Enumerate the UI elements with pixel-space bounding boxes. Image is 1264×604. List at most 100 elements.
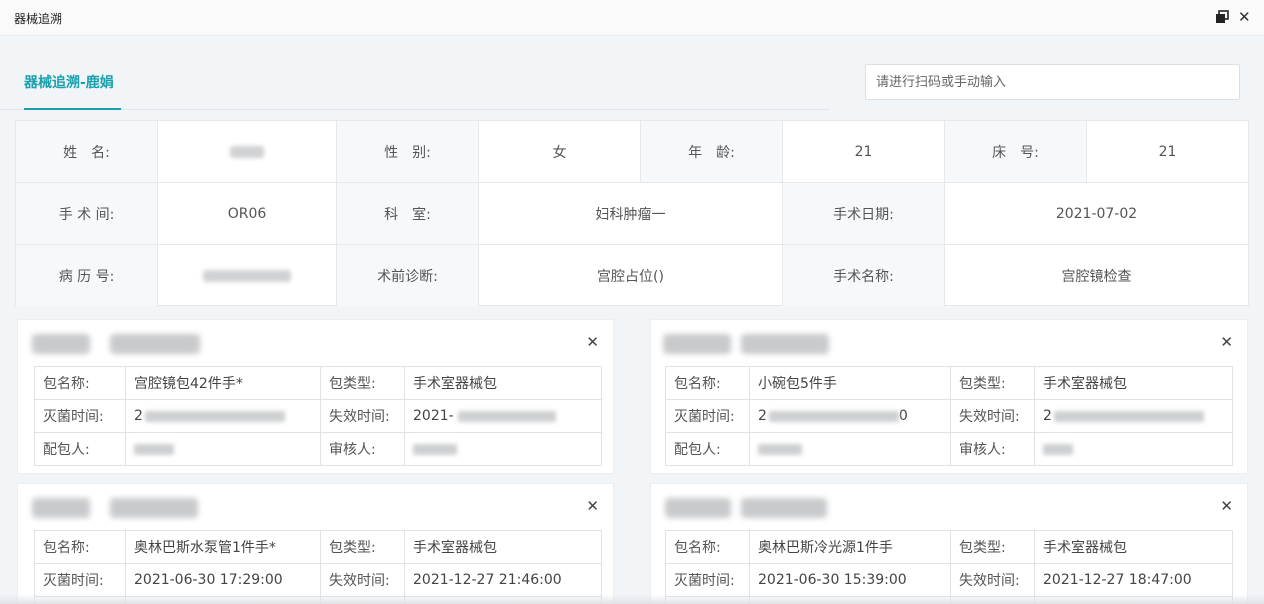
name-redacted xyxy=(230,145,264,158)
card-close-icon[interactable]: ✕ xyxy=(586,333,599,351)
patient-info-table: 姓 名: 性 别: 女 年 龄: 21 床 号: 21 手 术 间: OR06 … xyxy=(15,120,1249,306)
table-row: 包名称: 小碗包5件手 包类型: 手术室器械包 xyxy=(665,366,1233,400)
package-table: 包名称: 奥林巴斯冷光源1件手 包类型: 手术室器械包 灭菌时间: 2021-0… xyxy=(665,530,1233,604)
package-table: 包名称: 奥林巴斯水泵管1件手* 包类型: 手术室器械包 灭菌时间: 2021-… xyxy=(34,530,602,604)
expire-time-value: 2021-12-27 21:46:00 xyxy=(404,563,602,597)
scroll-fade xyxy=(0,594,1264,604)
sterilize-time-value: 2021-06-30 17:29:00 xyxy=(125,563,321,597)
package-table: 包名称: 小碗包5件手 包类型: 手术室器械包 灭菌时间: 20 失效时间: 2… xyxy=(665,366,1233,466)
card-close-icon[interactable]: ✕ xyxy=(1220,333,1233,351)
expire-time-value: 2021-12-27 18:47:00 xyxy=(1034,563,1233,597)
packer-value xyxy=(125,432,321,466)
pkg-type-value: 手术室器械包 xyxy=(1034,366,1233,400)
pkg-name-label: 包名称: xyxy=(34,530,126,564)
package-table: 包名称: 宫腔镜包42件手* 包类型: 手术室器械包 灭菌时间: 2 失效时间:… xyxy=(34,366,602,466)
expire-time-value: 2021- xyxy=(404,399,602,433)
pkg-type-label: 包类型: xyxy=(320,366,405,400)
packer-label: 配包人: xyxy=(34,432,126,466)
card-code-redacted xyxy=(110,334,200,354)
room-value: OR06 xyxy=(158,183,337,244)
sterilize-time-label: 灭菌时间: xyxy=(34,563,126,597)
card-header: ✕ xyxy=(18,484,613,530)
patient-row: 手 术 间: OR06 科 室: 妇科肿瘤一 手术日期: 2021-07-02 xyxy=(16,183,1248,245)
reviewer-value xyxy=(404,432,602,466)
name-value xyxy=(158,121,337,182)
scan-input[interactable] xyxy=(865,64,1240,100)
redacted-text xyxy=(134,443,174,455)
packer-label: 配包人: xyxy=(665,432,750,466)
card-header: ✕ xyxy=(651,484,1247,530)
pkg-name-value: 宫腔镜包42件手* xyxy=(125,366,321,400)
card-title-redacted xyxy=(663,334,731,354)
sterilize-time-suffix: 0 xyxy=(898,408,908,424)
table-row: 包名称: 宫腔镜包42件手* 包类型: 手术室器械包 xyxy=(34,366,602,400)
sterilize-time-label: 灭菌时间: xyxy=(665,563,750,597)
surgery-date-value: 2021-07-02 xyxy=(1055,205,1138,222)
card-header: ✕ xyxy=(18,320,613,366)
pkg-type-label: 包类型: xyxy=(950,366,1035,400)
card-close-icon[interactable]: ✕ xyxy=(586,497,599,515)
package-card: ✕ 包名称: 奥林巴斯冷光源1件手 包类型: 手术室器械包 灭菌时间: 2021… xyxy=(650,483,1248,604)
sterilize-time-prefix: 2 xyxy=(758,408,767,424)
pkg-type-value: 手术室器械包 xyxy=(404,530,602,564)
redacted-text xyxy=(144,410,285,422)
redacted-text xyxy=(413,443,457,455)
patient-row: 病 历 号: 术前诊断: 宫腔占位() 手术名称: 宫腔镜检查 xyxy=(16,245,1248,307)
surgery-date-label: 手术日期: xyxy=(783,183,945,244)
reviewer-value xyxy=(1034,432,1233,466)
card-header: ✕ xyxy=(651,320,1247,366)
table-row: 配包人: 审核人: xyxy=(34,432,602,466)
sterilize-time-label: 灭菌时间: xyxy=(665,399,750,433)
expire-time-label: 失效时间: xyxy=(950,399,1035,433)
pkg-name-value: 小碗包5件手 xyxy=(749,366,951,400)
expire-time-label: 失效时间: xyxy=(320,563,405,597)
card-title-redacted xyxy=(32,334,90,354)
redacted-text xyxy=(1053,410,1204,422)
window-titlebar: 器械追溯 ✕ xyxy=(0,0,1264,36)
table-row: 灭菌时间: 2021-06-30 17:29:00 失效时间: 2021-12-… xyxy=(34,563,602,597)
card-close-icon[interactable]: ✕ xyxy=(1220,497,1233,515)
diagnosis-value: 宫腔占位() xyxy=(479,245,783,306)
surgery-name-value: 宫腔镜检查 xyxy=(1061,268,1132,285)
expire-time-prefix: 2 xyxy=(1043,408,1052,424)
package-card: ✕ 包名称: 宫腔镜包42件手* 包类型: 手术室器械包 灭菌时间: 2 失效时… xyxy=(17,319,614,474)
redacted-text xyxy=(457,410,556,422)
surgery-name-label: 手术名称: xyxy=(783,245,945,306)
table-row: 包名称: 奥林巴斯冷光源1件手 包类型: 手术室器械包 xyxy=(665,530,1233,564)
redacted-text xyxy=(768,410,899,422)
card-code-redacted xyxy=(741,498,827,518)
package-card: ✕ 包名称: 小碗包5件手 包类型: 手术室器械包 灭菌时间: 20 失效时间:… xyxy=(650,319,1248,474)
restore-window-icon[interactable] xyxy=(1215,10,1229,24)
redacted-text xyxy=(758,443,802,455)
room-label: 手 术 间: xyxy=(16,183,158,244)
pkg-name-label: 包名称: xyxy=(34,366,126,400)
expire-time-value: 2 xyxy=(1034,399,1233,433)
expire-time-label: 失效时间: xyxy=(950,563,1035,597)
tab-instrument-trace[interactable]: 器械追溯-鹿娟 xyxy=(24,72,114,92)
redacted-text xyxy=(1043,443,1073,455)
sterilize-time-value: 2 xyxy=(125,399,321,433)
pkg-name-label: 包名称: xyxy=(665,366,750,400)
card-code-redacted xyxy=(110,498,198,518)
pkg-type-value: 手术室器械包 xyxy=(404,366,602,400)
pkg-name-label: 包名称: xyxy=(665,530,750,564)
close-window-icon[interactable]: ✕ xyxy=(1238,8,1251,26)
reviewer-label: 审核人: xyxy=(950,432,1035,466)
name-label: 姓 名: xyxy=(16,121,158,182)
pkg-type-label: 包类型: xyxy=(950,530,1035,564)
age-value: 21 xyxy=(783,121,945,182)
table-row: 包名称: 奥林巴斯水泵管1件手* 包类型: 手术室器械包 xyxy=(34,530,602,564)
pkg-type-label: 包类型: xyxy=(320,530,405,564)
sterilize-time-value: 20 xyxy=(749,399,951,433)
age-label: 年 龄: xyxy=(641,121,783,182)
gender-label: 性 别: xyxy=(337,121,479,182)
tab-bar: 器械追溯-鹿娟 xyxy=(0,36,830,110)
bed-value: 21 xyxy=(1158,143,1177,160)
package-card: ✕ 包名称: 奥林巴斯水泵管1件手* 包类型: 手术室器械包 灭菌时间: 202… xyxy=(17,483,614,604)
sterilize-time-value: 2021-06-30 15:39:00 xyxy=(749,563,951,597)
pkg-name-value: 奥林巴斯水泵管1件手* xyxy=(125,530,321,564)
card-title-redacted xyxy=(32,498,90,518)
table-row: 配包人: 审核人: xyxy=(665,432,1233,466)
pkg-type-value: 手术室器械包 xyxy=(1034,530,1233,564)
dept-value: 妇科肿瘤一 xyxy=(479,183,783,244)
